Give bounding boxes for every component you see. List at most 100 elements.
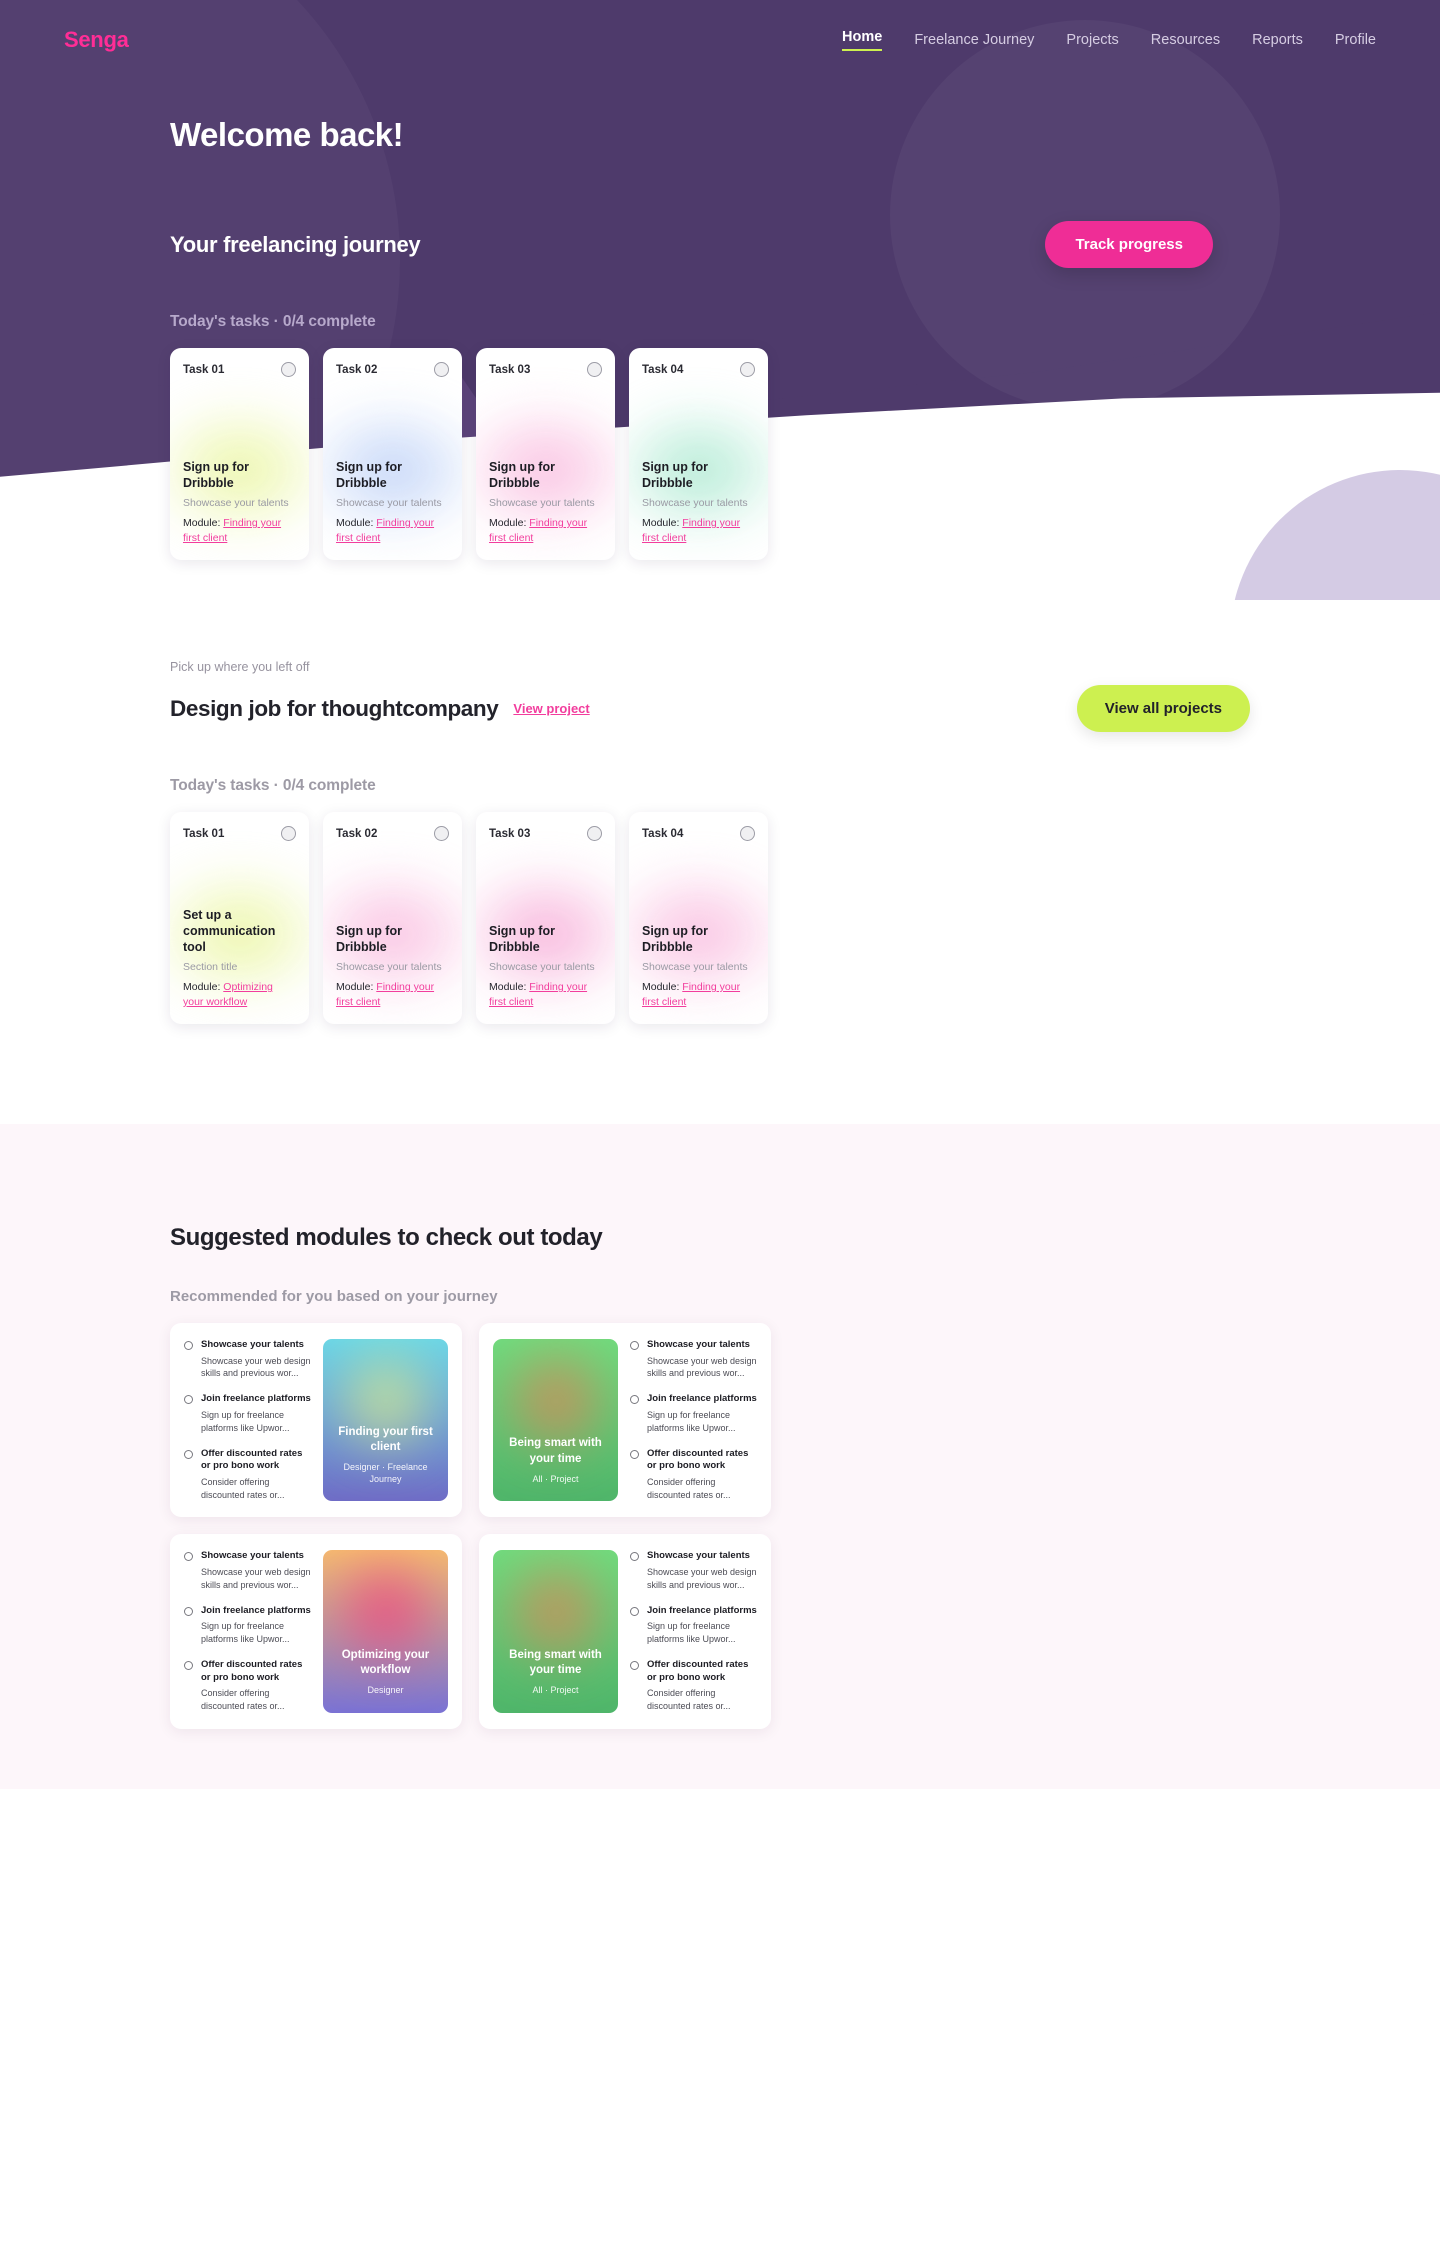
task-complete-checkbox[interactable]	[587, 826, 602, 841]
module-checklist-item[interactable]: Showcase your talents Showcase your web d…	[630, 1550, 757, 1591]
module-item-radio[interactable]	[184, 1341, 193, 1350]
nav-item-projects[interactable]: Projects	[1066, 32, 1118, 48]
task-card[interactable]: Task 03 Sign up for Dribbble Showcase your…	[476, 812, 615, 1024]
module-item-description: Consider offering discounted rates or...	[647, 1688, 731, 1712]
suggested-subtitle: Recommended for you based on your journe…	[170, 1288, 498, 1305]
pickup-kicker: Pick up where you left off	[170, 660, 310, 674]
module-item-title: Showcase your talents	[647, 1550, 750, 1562]
hero-task-grid: Task 01 Sign up for Dribbble Showcase your…	[170, 348, 783, 560]
nav-item-reports[interactable]: Reports	[1252, 32, 1303, 48]
task-card[interactable]: Task 03 Sign up for Dribbble Showcase your…	[476, 348, 615, 560]
module-item-radio[interactable]	[630, 1341, 639, 1350]
task-complete-checkbox[interactable]	[740, 826, 755, 841]
module-thumbnail[interactable]: Being smart with your time All · Project	[493, 1550, 618, 1713]
brand-logo[interactable]: Senga	[64, 27, 129, 53]
module-checklist-item[interactable]: Join freelance platforms Sign up for free…	[630, 1605, 757, 1646]
nav-item-profile[interactable]: Profile	[1335, 32, 1376, 48]
task-card-body: Sign up for Dribbble Showcase your talent…	[476, 924, 615, 1024]
module-item-radio[interactable]	[630, 1449, 639, 1459]
task-title: Sign up for Dribbble	[642, 924, 708, 954]
task-complete-checkbox[interactable]	[587, 362, 602, 377]
task-card[interactable]: Task 02 Sign up for Dribbble Showcase your…	[323, 348, 462, 560]
nav-item-freelance-journey[interactable]: Freelance Journey	[914, 32, 1034, 48]
module-checklist-item[interactable]: Showcase your talents Showcase your web d…	[630, 1339, 757, 1380]
module-thumbnail[interactable]: Being smart with your time All · Project	[493, 1339, 618, 1502]
task-card[interactable]: Task 04 Sign up for Dribbble Showcase your…	[629, 348, 768, 560]
task-card[interactable]: Task 01 Set up a communication tool Sectio…	[170, 812, 309, 1024]
task-card-header: Task 02	[323, 812, 462, 841]
task-complete-checkbox[interactable]	[281, 826, 296, 841]
nav-item-home[interactable]: Home	[842, 29, 883, 51]
module-item-title: Offer discounted rates or pro bono work	[647, 1658, 749, 1683]
module-item-radio[interactable]	[630, 1660, 639, 1670]
track-progress-button[interactable]: Track progress	[1045, 221, 1213, 268]
module-checklist-item[interactable]: Join freelance platforms Sign up for free…	[630, 1393, 757, 1434]
module-item-title: Join freelance platforms	[201, 1604, 311, 1616]
module-item-radio[interactable]	[184, 1449, 193, 1459]
task-card-body: Sign up for Dribbble Showcase your talent…	[323, 460, 462, 560]
task-module-line: Module: Finding your first client	[336, 516, 449, 546]
module-item-text: Showcase your talents Showcase your web d…	[647, 1339, 757, 1380]
task-title: Sign up for Dribbble	[183, 460, 249, 490]
module-item-title: Join freelance platforms	[647, 1393, 757, 1405]
task-module-prefix: Module:	[183, 517, 224, 530]
module-item-description: Showcase your web design skills and prev…	[647, 1567, 757, 1590]
module-item-title: Join freelance platforms	[647, 1604, 757, 1616]
module-item-radio[interactable]	[184, 1660, 193, 1670]
module-item-description: Sign up for freelance platforms like Upw…	[647, 1409, 736, 1433]
module-card[interactable]: Showcase your talents Showcase your web d…	[479, 1323, 771, 1518]
task-title: Sign up for Dribbble	[642, 460, 708, 490]
task-module-prefix: Module:	[183, 981, 224, 994]
task-module-line: Module: Finding your first client	[489, 980, 602, 1010]
module-checklist-item[interactable]: Join freelance platforms Sign up for free…	[184, 1393, 311, 1434]
task-card[interactable]: Task 01 Sign up for Dribbble Showcase your…	[170, 348, 309, 560]
module-checklist: Showcase your talents Showcase your web d…	[184, 1550, 311, 1712]
task-card[interactable]: Task 04 Sign up for Dribbble Showcase your…	[629, 812, 768, 1024]
pickup-project-title: Design job for thoughtcompany	[170, 695, 499, 721]
task-complete-checkbox[interactable]	[434, 362, 449, 377]
module-item-radio[interactable]	[630, 1395, 639, 1405]
module-checklist-item[interactable]: Offer discounted rates or pro bono work C…	[184, 1659, 311, 1713]
task-complete-checkbox[interactable]	[434, 826, 449, 841]
module-thumbnail-title: Being smart with your time	[509, 1648, 602, 1677]
nav-item-resources[interactable]: Resources	[1151, 32, 1220, 48]
task-card-header: Task 01	[170, 812, 309, 841]
top-navigation: Senga Home Freelance Journey Projects Re…	[0, 0, 1440, 54]
module-checklist-item[interactable]: Join freelance platforms Sign up for free…	[184, 1605, 311, 1646]
module-item-radio[interactable]	[630, 1552, 639, 1562]
module-item-radio[interactable]	[184, 1395, 193, 1405]
task-subtitle: Showcase your talents	[336, 496, 442, 509]
module-checklist-item[interactable]: Showcase your talents Showcase your web d…	[184, 1550, 311, 1591]
module-item-radio[interactable]	[630, 1606, 639, 1616]
task-card[interactable]: Task 02 Sign up for Dribbble Showcase your…	[323, 812, 462, 1024]
view-project-link[interactable]: View project	[513, 701, 589, 716]
task-subtitle: Section title	[183, 960, 238, 973]
module-card[interactable]: Showcase your talents Showcase your web d…	[170, 1323, 462, 1518]
module-item-text: Offer discounted rates or pro bono work C…	[647, 1659, 757, 1713]
module-item-title: Showcase your talents	[201, 1550, 304, 1562]
task-card-header: Task 03	[476, 812, 615, 841]
module-item-radio[interactable]	[184, 1606, 193, 1616]
module-checklist-item[interactable]: Showcase your talents Showcase your web d…	[184, 1339, 311, 1380]
task-complete-checkbox[interactable]	[281, 362, 296, 377]
hero-content-wrap: Welcome back! Your freelancing journey T…	[0, 116, 1440, 560]
module-checklist-item[interactable]: Offer discounted rates or pro bono work C…	[630, 1659, 757, 1713]
module-item-text: Offer discounted rates or pro bono work C…	[201, 1659, 311, 1713]
module-thumbnail[interactable]: Optimizing your workflow Designer	[323, 1550, 448, 1713]
module-checklist-item[interactable]: Offer discounted rates or pro bono work C…	[630, 1448, 757, 1502]
module-card[interactable]: Showcase your talents Showcase your web d…	[479, 1534, 771, 1729]
module-checklist-item[interactable]: Offer discounted rates or pro bono work C…	[184, 1448, 311, 1502]
module-checklist: Showcase your talents Showcase your web d…	[184, 1339, 311, 1501]
task-title: Sign up for Dribbble	[489, 924, 555, 954]
module-item-radio[interactable]	[184, 1552, 193, 1562]
module-item-description: Showcase your web design skills and prev…	[201, 1567, 311, 1590]
task-complete-checkbox[interactable]	[740, 362, 755, 377]
task-module-prefix: Module:	[336, 517, 377, 530]
module-thumbnail-title: Being smart with your time	[509, 1437, 602, 1465]
task-module-prefix: Module:	[642, 981, 683, 994]
module-card[interactable]: Showcase your talents Showcase your web d…	[170, 1534, 462, 1729]
module-thumbnail[interactable]: Finding your first client Designer · Free…	[323, 1339, 448, 1502]
hero-section: Senga Home Freelance Journey Projects Re…	[0, 0, 1440, 600]
view-all-projects-button[interactable]: View all projects	[1076, 685, 1250, 732]
module-item-description: Consider offering discounted rates or...	[201, 1688, 285, 1712]
